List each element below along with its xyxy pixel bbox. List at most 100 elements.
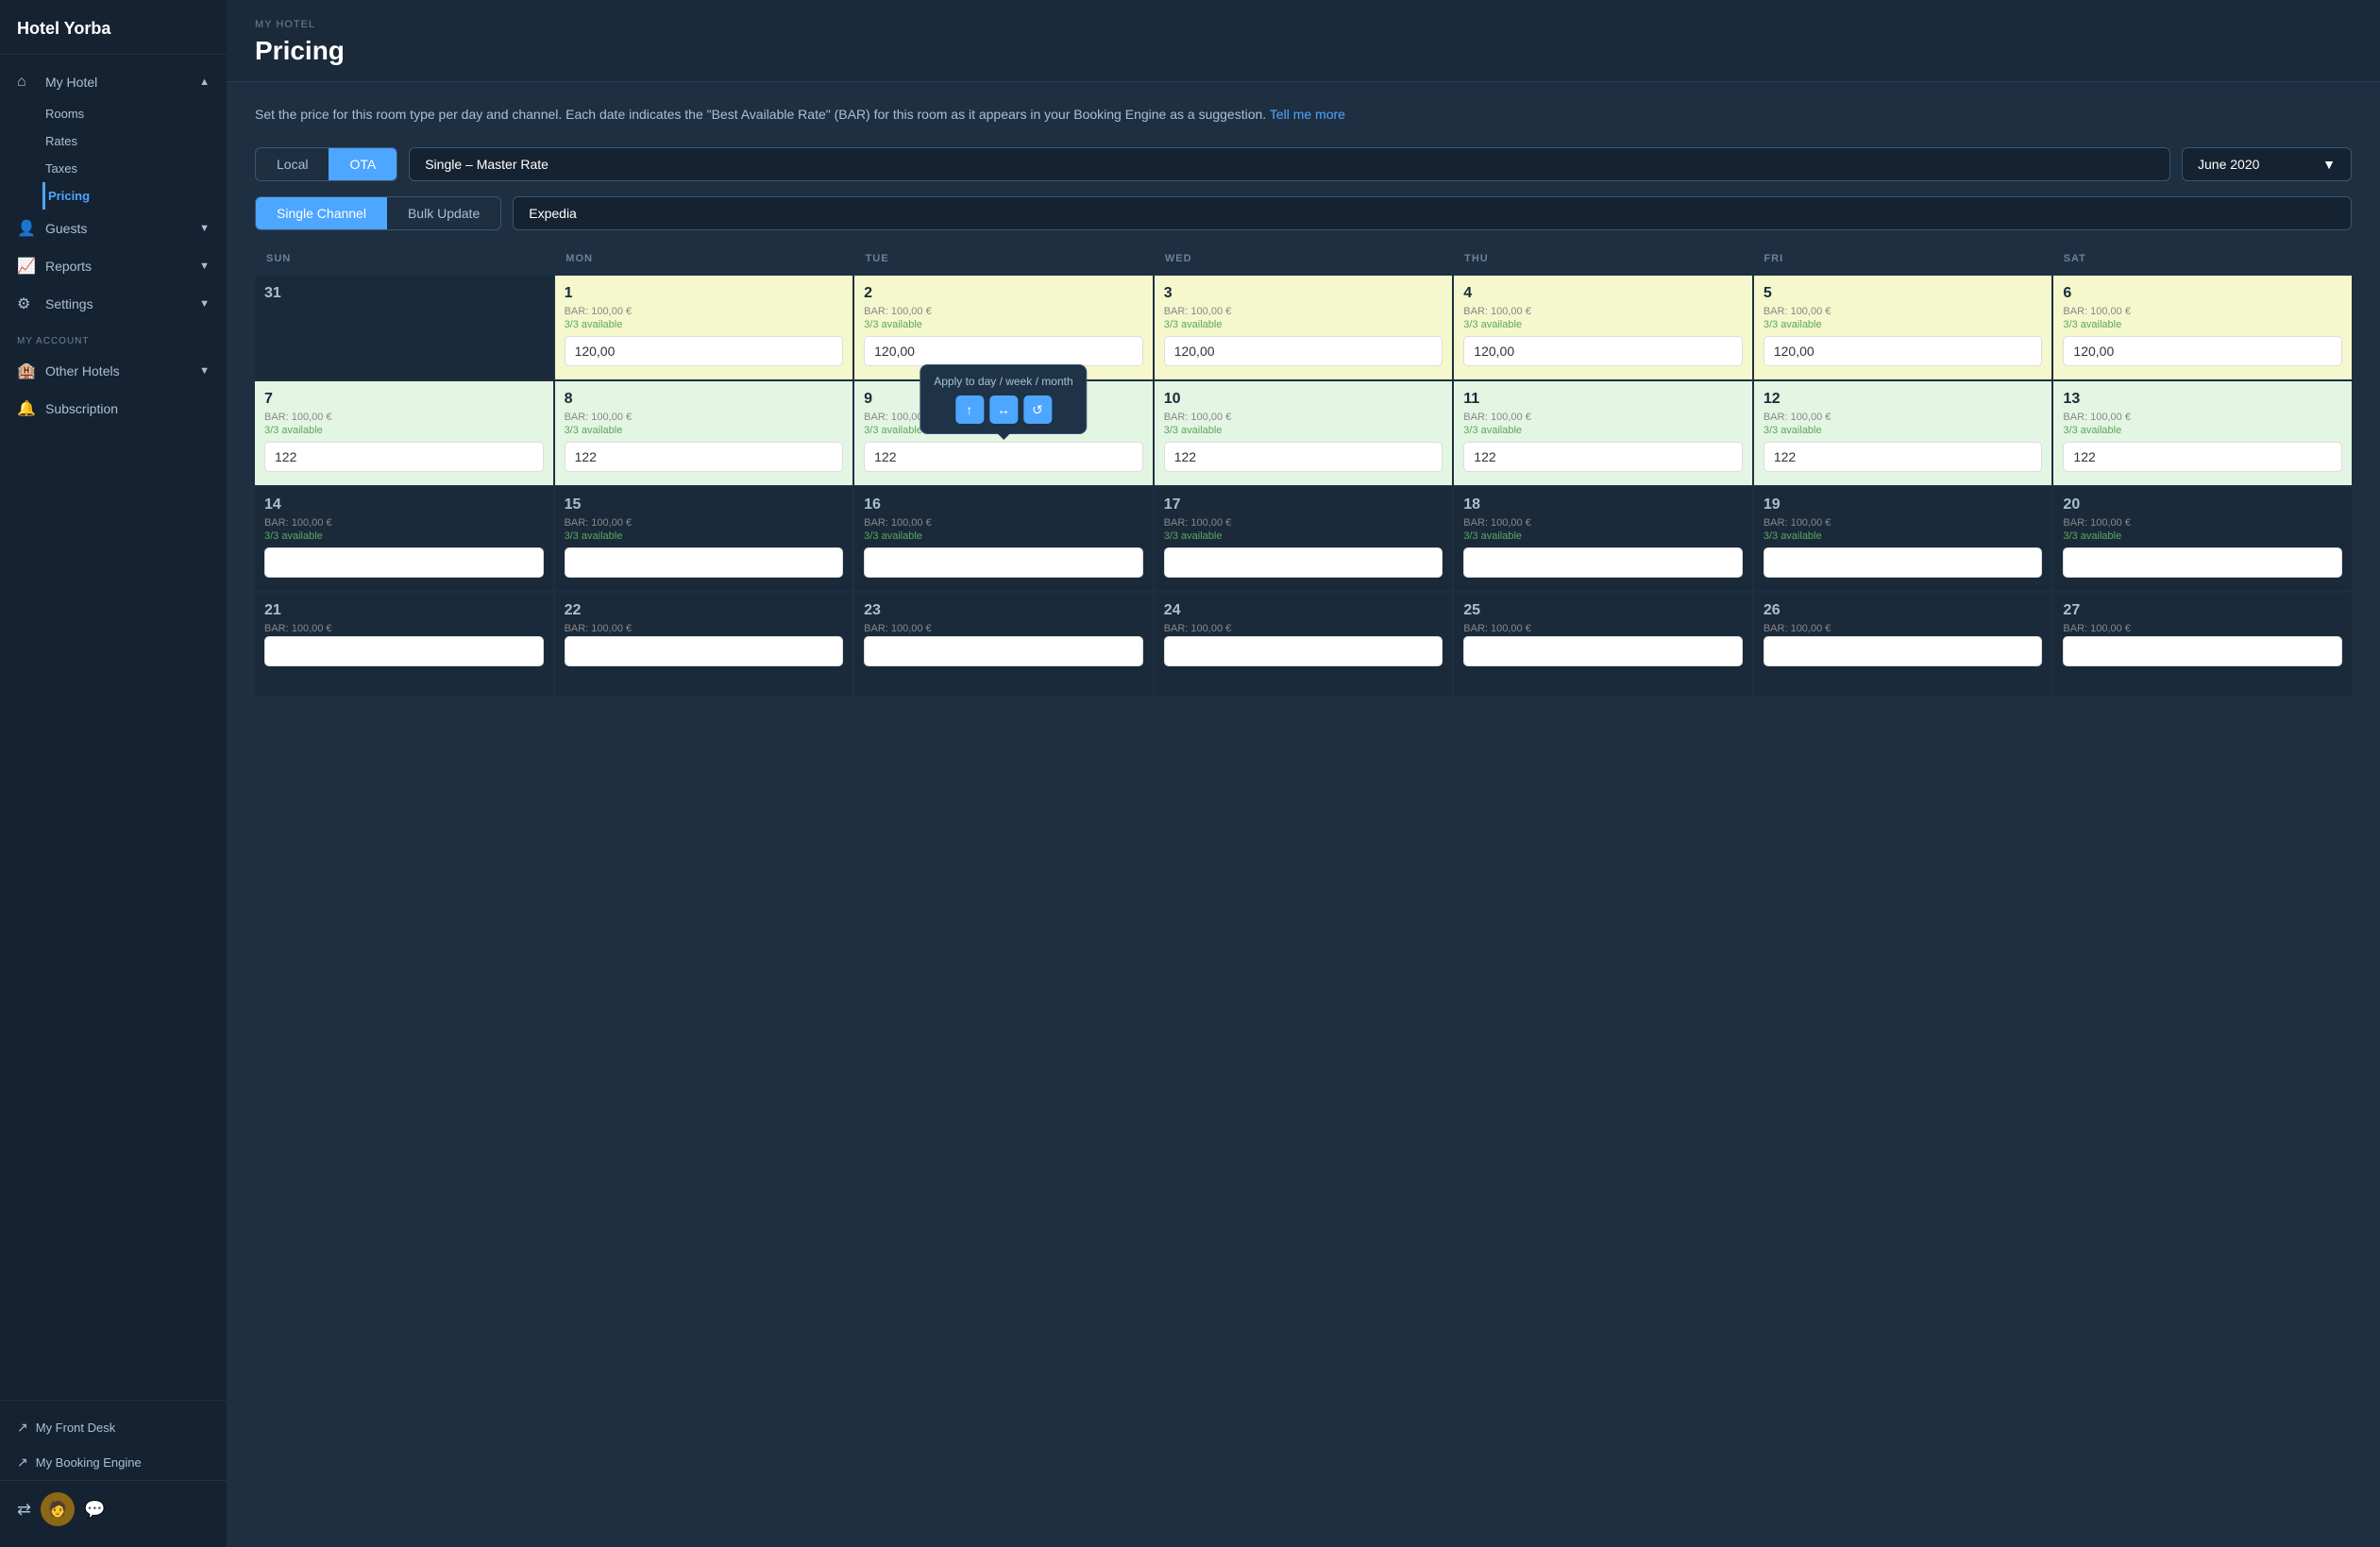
price-input[interactable]: [565, 636, 844, 666]
price-input[interactable]: [1164, 336, 1443, 366]
price-input[interactable]: [1463, 547, 1743, 578]
tab-bulk-update[interactable]: Bulk Update: [387, 197, 500, 229]
calendar-cell: 7BAR: 100,00 €3/3 available: [255, 381, 553, 485]
cell-bar-rate: BAR: 100,00 €: [264, 623, 544, 634]
price-input[interactable]: [565, 547, 844, 578]
tooltip-btn-lr[interactable]: ↔: [989, 395, 1018, 424]
calendar-cell: 12BAR: 100,00 €3/3 available: [1754, 381, 2052, 485]
cell-input-wrap: [565, 336, 844, 366]
price-input[interactable]: [1463, 636, 1743, 666]
price-input[interactable]: [264, 547, 544, 578]
price-input[interactable]: [264, 636, 544, 666]
calendar-cell: 20BAR: 100,00 €3/3 available: [2053, 487, 2352, 591]
chevron-down-icon: ▼: [199, 298, 210, 310]
cell-bar-rate: BAR: 100,00 €: [2063, 517, 2342, 529]
sidebar-item-pricing[interactable]: Pricing: [42, 182, 227, 210]
price-input[interactable]: [864, 547, 1143, 578]
tab-ota[interactable]: OTA: [329, 148, 397, 180]
price-input[interactable]: [1463, 442, 1743, 472]
price-input[interactable]: [864, 442, 1143, 472]
price-input[interactable]: [565, 442, 844, 472]
sidebar-item-guests[interactable]: 👤 Guests ▼: [0, 210, 227, 247]
calendar-cell: 15BAR: 100,00 €3/3 available: [555, 487, 853, 591]
tooltip-title: Apply to day / week / month: [934, 375, 1072, 388]
calendar-cell: 6BAR: 100,00 €3/3 available: [2053, 276, 2352, 379]
sidebar-item-rooms[interactable]: Rooms: [45, 100, 227, 127]
sidebar-item-my-hotel[interactable]: ⌂ My Hotel ▲: [0, 64, 227, 100]
calendar-cell: 18BAR: 100,00 €3/3 available: [1454, 487, 1752, 591]
price-input[interactable]: [1164, 547, 1443, 578]
cell-availability: 3/3 available: [1764, 530, 2043, 542]
price-input[interactable]: [2063, 547, 2342, 578]
price-input[interactable]: [1164, 636, 1443, 666]
cell-input-wrap: [1164, 547, 1443, 578]
price-input[interactable]: [1164, 442, 1443, 472]
price-input[interactable]: [864, 336, 1143, 366]
cell-input-wrap: [1764, 636, 2043, 666]
local-ota-tabs: Local OTA: [255, 147, 397, 181]
front-desk-link[interactable]: ↗ My Front Desk: [0, 1410, 227, 1445]
price-input[interactable]: [864, 636, 1143, 666]
price-input[interactable]: [1463, 336, 1743, 366]
price-input[interactable]: [2063, 636, 2342, 666]
calendar-cell: 24BAR: 100,00 €: [1155, 593, 1453, 697]
my-account-label: MY ACCOUNT: [0, 323, 227, 352]
tooltip-btn-up[interactable]: ↑: [955, 395, 984, 424]
calendar-cell: 9BAR: 100,00 €3/3 availableApply to day …: [854, 381, 1153, 485]
description-text: Set the price for this room type per day…: [255, 105, 2352, 125]
sidebar-item-reports[interactable]: 📈 Reports ▼: [0, 247, 227, 285]
hotel-name: Hotel Yorba: [0, 0, 227, 55]
sidebar-item-taxes[interactable]: Taxes: [45, 155, 227, 182]
tab-local[interactable]: Local: [256, 148, 329, 180]
calendar-cell: 10BAR: 100,00 €3/3 available: [1155, 381, 1453, 485]
cell-availability: 3/3 available: [264, 425, 544, 436]
settings-bottom-icon[interactable]: ⇄: [17, 1500, 31, 1520]
cell-input-wrap: [264, 442, 544, 472]
cell-input-wrap: [2063, 636, 2342, 666]
sidebar-item-rates[interactable]: Rates: [45, 127, 227, 155]
rate-select[interactable]: Single – Master Rate: [409, 147, 2170, 181]
price-input[interactable]: [1764, 442, 2043, 472]
cell-input-wrap: [1463, 336, 1743, 366]
calendar-cell: 26BAR: 100,00 €: [1754, 593, 2052, 697]
sidebar-item-subscription[interactable]: 🔔 Subscription: [0, 390, 227, 428]
calendar-cell: 19BAR: 100,00 €3/3 available: [1754, 487, 2052, 591]
price-input[interactable]: [264, 442, 544, 472]
calendar-cell: 14BAR: 100,00 €3/3 available: [255, 487, 553, 591]
price-input[interactable]: [2063, 442, 2342, 472]
booking-engine-link[interactable]: ↗ My Booking Engine: [0, 1445, 227, 1480]
cell-day-number: 5: [1764, 285, 2043, 302]
date-select[interactable]: June 2020 ▼: [2182, 147, 2352, 181]
cell-availability: 3/3 available: [565, 425, 844, 436]
tooltip-btn-refresh[interactable]: ↺: [1023, 395, 1052, 424]
cell-day-number: 7: [264, 391, 544, 408]
cell-day-number: 31: [264, 285, 544, 302]
cell-day-number: 26: [1764, 602, 2043, 619]
sidebar-item-other-hotels[interactable]: 🏨 Other Hotels ▼: [0, 352, 227, 390]
cell-input-wrap: [1764, 336, 2043, 366]
cell-input-wrap: [864, 636, 1143, 666]
cell-bar-rate: BAR: 100,00 €: [1764, 517, 2043, 529]
cell-input-wrap: [1764, 547, 2043, 578]
page-title: Pricing: [255, 36, 2352, 81]
price-input[interactable]: [2063, 336, 2342, 366]
cell-bar-rate: BAR: 100,00 €: [1764, 412, 2043, 423]
price-input[interactable]: [1764, 336, 2043, 366]
chat-icon[interactable]: 💬: [84, 1500, 105, 1520]
cell-bar-rate: BAR: 100,00 €: [864, 623, 1143, 634]
settings-icon: ⚙: [17, 294, 36, 313]
channel-select[interactable]: Expedia: [513, 196, 2352, 230]
chevron-down-icon: ▼: [2322, 157, 2336, 172]
tell-me-more-link[interactable]: Tell me more: [1270, 107, 1345, 122]
cell-input-wrap: [1164, 442, 1443, 472]
price-input[interactable]: [1764, 547, 2043, 578]
chevron-down-icon: ▼: [199, 261, 210, 272]
price-input[interactable]: [565, 336, 844, 366]
cell-input-wrap: [264, 547, 544, 578]
tab-single-channel[interactable]: Single Channel: [256, 197, 387, 229]
cell-bar-rate: BAR: 100,00 €: [565, 306, 844, 317]
cell-day-number: 27: [2063, 602, 2342, 619]
price-input[interactable]: [1764, 636, 2043, 666]
cell-bar-rate: BAR: 100,00 €: [565, 623, 844, 634]
sidebar-item-settings[interactable]: ⚙ Settings ▼: [0, 285, 227, 323]
